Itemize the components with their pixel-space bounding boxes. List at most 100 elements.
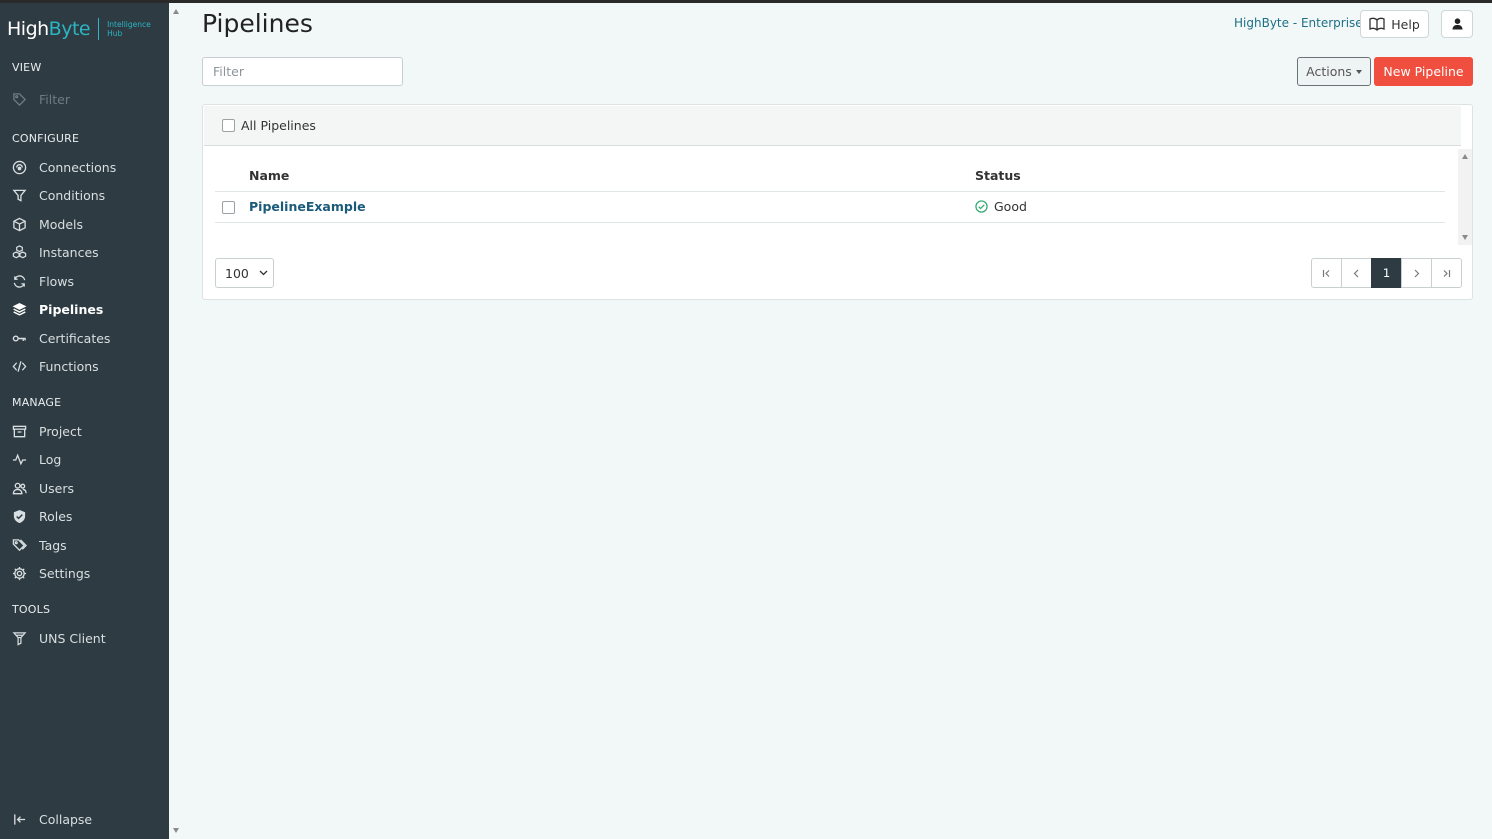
archive-icon (11, 423, 27, 439)
pagination: 1 (1311, 258, 1462, 288)
sidebar-item-certificates[interactable]: Certificates (11, 327, 161, 349)
scroll-up-icon[interactable] (1461, 154, 1468, 159)
select-all-checkbox[interactable] (222, 119, 235, 132)
sidebar-item-models[interactable]: Models (11, 213, 161, 235)
users-icon (11, 480, 27, 496)
pipeline-name-link[interactable]: PipelineExample (249, 199, 366, 214)
sidebar-item-label: Filter (39, 91, 70, 107)
sidebar-item-label: Pipelines (39, 301, 104, 317)
status-cell: Good (975, 199, 1027, 214)
actions-dropdown-button[interactable]: Actions (1297, 57, 1371, 86)
page-1-button[interactable]: 1 (1371, 258, 1402, 288)
last-page-icon (1443, 269, 1451, 277)
sidebar-item-instances[interactable]: Instances (11, 241, 161, 263)
next-page-button[interactable] (1401, 258, 1432, 288)
help-label: Help (1391, 16, 1420, 32)
sidebar-item-label: Functions (39, 358, 99, 374)
sidebar: HighByte Intelligence Hub VIEW Filter CON… (0, 3, 169, 839)
edition-link[interactable]: HighByte - Enterprise (1234, 16, 1363, 30)
key-icon (11, 330, 27, 346)
scroll-down-icon[interactable] (1461, 235, 1468, 240)
section-view: VIEW (12, 61, 42, 74)
filter-funnel-icon (11, 187, 27, 203)
sidebar-scrollbar[interactable] (169, 3, 183, 839)
sidebar-item-label: Log (39, 451, 62, 467)
caret-down-icon (1355, 69, 1362, 74)
sidebar-item-label: Roles (39, 508, 73, 524)
row-checkbox[interactable] (222, 201, 235, 214)
sidebar-item-label: Instances (39, 244, 99, 260)
first-page-button[interactable] (1311, 258, 1342, 288)
sidebar-item-roles[interactable]: Roles (11, 505, 161, 527)
sync-icon (11, 273, 27, 289)
sidebar-item-uns-client[interactable]: UNS Client (11, 627, 161, 649)
table-header-row: Name Status (215, 149, 1445, 192)
section-manage: MANAGE (12, 396, 62, 409)
sidebar-item-project[interactable]: Project (11, 420, 161, 442)
sidebar-item-tags[interactable]: Tags (11, 534, 161, 556)
sidebar-item-label: Models (39, 216, 84, 232)
gear-icon (11, 565, 27, 581)
status-text: Good (994, 199, 1027, 214)
section-tools: TOOLS (12, 603, 51, 616)
table-row: PipelineExample Good (215, 192, 1445, 223)
scroll-down-icon[interactable] (173, 828, 179, 833)
sidebar-item-label: UNS Client (39, 630, 106, 646)
sidebar-item-label: Connections (39, 159, 117, 175)
select-all-label: All Pipelines (241, 118, 316, 133)
column-header-status[interactable]: Status (975, 168, 1021, 183)
page-size-value: 100 (225, 265, 249, 281)
user-menu-button[interactable] (1441, 10, 1473, 38)
section-configure: CONFIGURE (12, 132, 80, 145)
sidebar-item-label: Tags (39, 537, 67, 553)
sidebar-item-label: Flows (39, 273, 75, 289)
brand-subtitle: Intelligence Hub (107, 20, 151, 38)
new-pipeline-button[interactable]: New Pipeline (1374, 57, 1473, 86)
sidebar-collapse[interactable]: Collapse (11, 808, 161, 830)
user-icon (1452, 18, 1462, 30)
sidebar-item-settings[interactable]: Settings (11, 562, 161, 584)
activity-icon (11, 451, 27, 467)
sidebar-item-label: Project (39, 423, 82, 439)
layers-icon (11, 301, 27, 317)
chevron-right-icon (1414, 269, 1420, 277)
sidebar-item-conditions[interactable]: Conditions (11, 184, 161, 206)
window-top-border (0, 0, 1492, 3)
sidebar-item-functions[interactable]: Functions (11, 355, 161, 377)
last-page-button[interactable] (1431, 258, 1462, 288)
column-header-name[interactable]: Name (249, 168, 289, 183)
previous-page-button[interactable] (1341, 258, 1372, 288)
sidebar-item-users[interactable]: Users (11, 477, 161, 499)
code-icon (11, 358, 27, 374)
book-icon (1369, 17, 1385, 31)
sidebar-item-label: Certificates (39, 330, 111, 346)
check-circle-icon (975, 200, 988, 213)
brand-logo-text: HighByte (7, 18, 91, 40)
sidebar-item-label: Collapse (39, 811, 93, 827)
cubes-icon (11, 244, 27, 260)
table-scrollbar[interactable] (1458, 149, 1472, 245)
page-size-select[interactable]: 100 (215, 258, 274, 288)
uns-client-icon (11, 630, 27, 646)
sidebar-item-flows[interactable]: Flows (11, 270, 161, 292)
shield-check-icon (11, 508, 27, 524)
page-title: Pipelines (202, 9, 313, 38)
sidebar-item-label: Settings (39, 565, 91, 581)
sidebar-item-view-filter[interactable]: Filter (11, 88, 161, 110)
card-header: All Pipelines (204, 106, 1461, 146)
first-page-icon (1322, 269, 1330, 277)
help-button[interactable]: Help (1360, 10, 1429, 38)
sidebar-item-pipelines[interactable]: Pipelines (11, 298, 161, 320)
sidebar-item-connections[interactable]: Connections (11, 156, 161, 178)
brand-logo[interactable]: HighByte Intelligence Hub (7, 15, 151, 43)
tag-icon (11, 91, 27, 107)
sidebar-item-log[interactable]: Log (11, 448, 161, 470)
sidebar-item-label: Users (39, 480, 75, 496)
collapse-arrow-icon (11, 811, 27, 827)
scroll-up-icon[interactable] (173, 9, 179, 14)
brand-separator (98, 18, 100, 40)
pipelines-card: All Pipelines Name Status PipelineExampl… (202, 104, 1473, 300)
filter-input[interactable] (202, 57, 403, 86)
cube-icon (11, 216, 27, 232)
tags-icon (11, 537, 27, 553)
